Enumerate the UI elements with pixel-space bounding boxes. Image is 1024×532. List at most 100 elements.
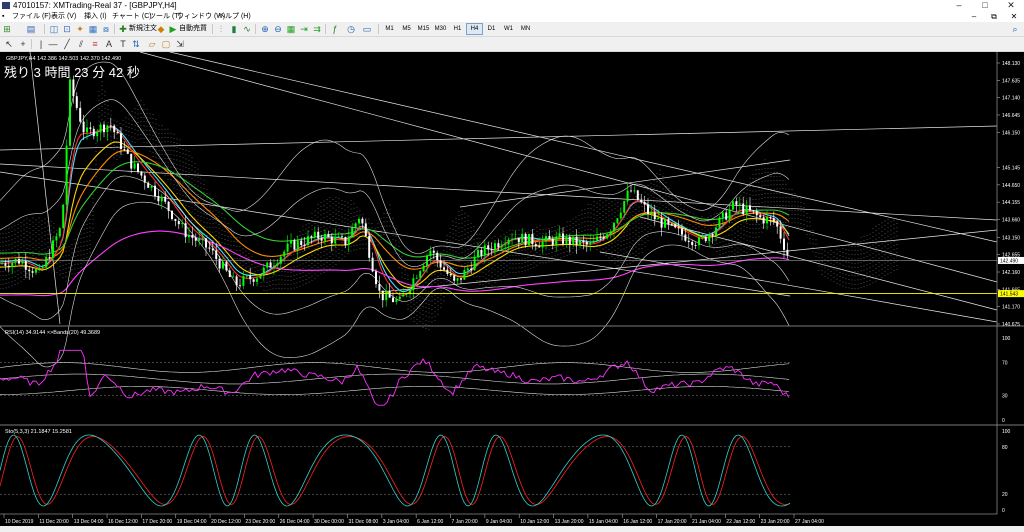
- profiles-icon[interactable]: ▤: [26, 24, 36, 34]
- auto-trading-button[interactable]: 自動売買: [179, 24, 207, 34]
- timeframe-d1[interactable]: D1: [484, 24, 499, 34]
- cloud-dot: [503, 271, 505, 273]
- cloud-dot: [419, 291, 421, 293]
- cloud-dot: [716, 238, 718, 240]
- cloud-dot: [428, 320, 430, 322]
- mdi-restore-button[interactable]: ⧉: [984, 11, 1004, 22]
- periods-icon[interactable]: ◷: [346, 24, 356, 34]
- new-chart-icon[interactable]: ⊞: [2, 24, 12, 34]
- arrow-icon[interactable]: ⇅: [131, 39, 141, 49]
- zoom-in-icon[interactable]: ⊕: [260, 24, 270, 34]
- bar-chart-icon[interactable]: ⫶: [216, 24, 226, 34]
- mdi-close-button[interactable]: ✕: [1004, 11, 1024, 22]
- cloud-dot: [218, 257, 220, 259]
- candle-body: [344, 237, 347, 245]
- candle-body: [300, 240, 303, 245]
- text-icon[interactable]: A: [104, 39, 114, 49]
- templates-icon[interactable]: ▭: [362, 24, 372, 34]
- fibonacci-icon[interactable]: ≡: [90, 39, 100, 49]
- new-order-button[interactable]: 新規注文: [129, 24, 157, 34]
- indicators-icon[interactable]: ƒ: [330, 24, 340, 34]
- cloud-dot: [35, 249, 37, 250]
- timeframe-m5[interactable]: M5: [399, 24, 414, 34]
- menu-insert[interactable]: 挿入 (I): [84, 11, 107, 22]
- cloud-dot: [368, 218, 370, 220]
- cloud-dot: [134, 129, 136, 131]
- cloud-dot: [362, 214, 364, 216]
- cloud-dot: [782, 217, 784, 219]
- cloud-dot: [344, 205, 346, 207]
- cloud-dot: [590, 212, 592, 214]
- cloud-dot: [734, 220, 736, 221]
- stoch-tick-label: 80: [1002, 445, 1008, 451]
- cloud-dot: [152, 143, 154, 145]
- chart-canvas[interactable]: 148.130147.635147.140146.645146.150145.1…: [0, 51, 1024, 526]
- cloud-dot: [191, 178, 193, 179]
- horizontal-line-icon[interactable]: —: [48, 39, 58, 49]
- strategy-tester-icon[interactable]: ⧇: [101, 24, 111, 34]
- new-order-icon[interactable]: ✚: [118, 24, 128, 34]
- chart-menu-icon[interactable]: ▪: [2, 11, 4, 22]
- trendline-icon[interactable]: ╱: [62, 39, 72, 49]
- shapes-icon[interactable]: ▱: [147, 39, 157, 49]
- cloud-dot: [365, 243, 367, 245]
- candlestick-icon[interactable]: ▮: [229, 24, 239, 34]
- menu-help[interactable]: ヘルプ (H): [218, 11, 251, 22]
- menu-chart[interactable]: チャート (C): [112, 11, 152, 22]
- cloud-dot: [644, 242, 646, 243]
- timeframe-h1[interactable]: H1: [450, 24, 465, 34]
- cloud-dot: [281, 279, 283, 281]
- vertical-line-icon[interactable]: |: [36, 39, 46, 49]
- cloud-dot: [257, 270, 259, 272]
- more-tools-icon[interactable]: ⇲: [175, 39, 185, 49]
- search-icon[interactable]: ⌕: [1010, 24, 1020, 34]
- timeframe-mn[interactable]: MN: [518, 24, 533, 34]
- cursor-icon[interactable]: ↖: [4, 39, 14, 49]
- line-chart-icon[interactable]: ∿: [242, 24, 252, 34]
- channel-icon[interactable]: ⫽: [76, 39, 86, 49]
- mdi-minimize-button[interactable]: –: [964, 11, 984, 22]
- auto-trading-icon[interactable]: ▶: [168, 24, 178, 34]
- autoscroll-icon[interactable]: ⇉: [312, 24, 322, 34]
- timeframe-h4[interactable]: H4: [466, 23, 483, 35]
- navigator-icon[interactable]: ✦: [75, 24, 85, 34]
- close-button[interactable]: ✕: [998, 0, 1024, 11]
- cloud-dot: [200, 228, 202, 230]
- metaeditor-icon[interactable]: ◆: [156, 24, 166, 34]
- cloud-dot: [596, 211, 598, 212]
- chart-shift-icon[interactable]: ⇥: [299, 24, 309, 34]
- cloud-dot: [632, 198, 634, 199]
- crosshair-icon[interactable]: +: [18, 39, 28, 49]
- cloud-dot: [833, 268, 835, 270]
- cloud-dot: [68, 271, 70, 273]
- timeframe-m30[interactable]: M30: [433, 24, 448, 34]
- cloud-dot: [62, 264, 64, 266]
- tile-windows-icon[interactable]: ▦: [286, 24, 296, 34]
- label-icon[interactable]: T: [118, 39, 128, 49]
- cloud-dot: [809, 234, 811, 235]
- rectangle-icon[interactable]: ▢: [161, 39, 171, 49]
- menu-view[interactable]: 表示 (V): [51, 11, 76, 22]
- timeframe-m1[interactable]: M1: [382, 24, 397, 34]
- minimize-button[interactable]: –: [946, 0, 972, 11]
- timeframe-m15[interactable]: M15: [416, 24, 431, 34]
- maximize-button[interactable]: □: [972, 0, 998, 11]
- cloud-dot: [329, 218, 331, 219]
- candle-body: [538, 246, 541, 248]
- cloud-dot: [512, 263, 514, 265]
- market-watch-icon[interactable]: ◫: [49, 24, 59, 34]
- cloud-dot: [509, 229, 511, 231]
- data-window-icon[interactable]: ⊡: [62, 24, 72, 34]
- cloud-dot: [344, 218, 346, 219]
- menu-file[interactable]: ファイル (F): [12, 11, 51, 22]
- cloud-dot: [428, 295, 430, 297]
- terminal-icon[interactable]: ▦: [88, 24, 98, 34]
- cloud-dot: [794, 205, 796, 207]
- cloud-dot: [884, 245, 886, 247]
- timeframe-w1[interactable]: W1: [501, 24, 516, 34]
- status-bar: [0, 526, 1024, 532]
- cloud-dot: [635, 208, 637, 210]
- cloud-dot: [266, 286, 268, 287]
- zoom-out-icon[interactable]: ⊖: [273, 24, 283, 34]
- chart-window[interactable]: 148.130 147.635 147.140 146.645 146.150 145.1…: [0, 51, 1024, 526]
